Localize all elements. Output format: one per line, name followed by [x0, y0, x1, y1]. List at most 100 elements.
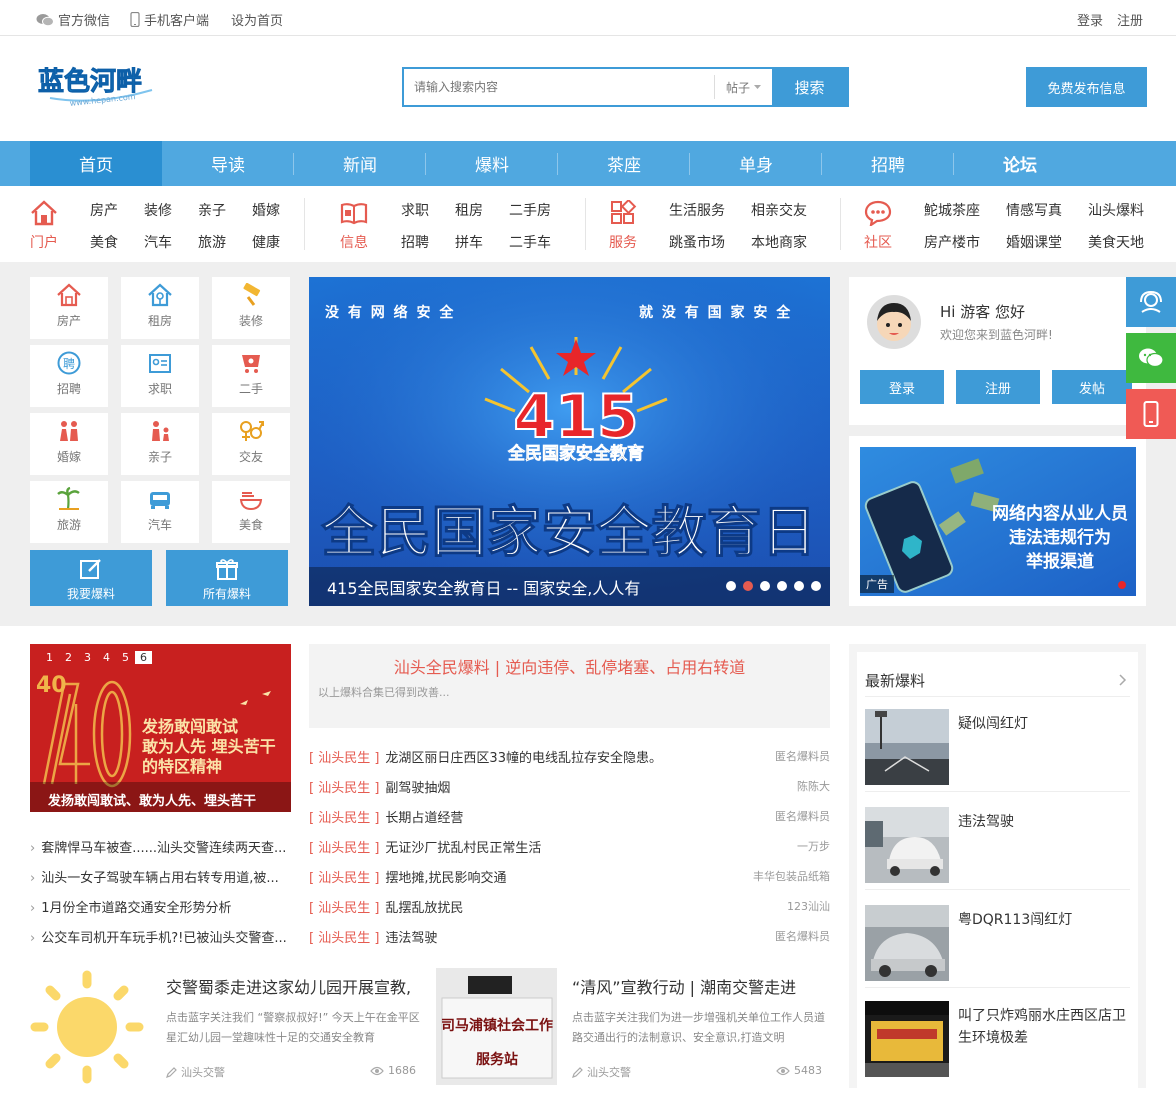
tile-second-hand[interactable]: 二手: [212, 345, 290, 407]
register-link[interactable]: 注册: [1117, 10, 1143, 29]
slide-page[interactable]: 2: [59, 651, 78, 664]
subnav-link[interactable]: 租房: [455, 200, 483, 220]
set-homepage-link[interactable]: 设为首页: [231, 10, 283, 29]
main-banner[interactable]: 415 全民国家安全教育 全民国家安全教育日 没 有 网 络 安 全 就 没 有…: [309, 277, 830, 606]
tile-job-seek[interactable]: 求职: [121, 345, 199, 407]
subnav-link[interactable]: 旅游: [198, 232, 226, 252]
tile-recruit[interactable]: 聘 招聘: [30, 345, 108, 407]
nav-forum[interactable]: 论坛: [954, 141, 1086, 186]
tile-food[interactable]: 美食: [212, 481, 290, 543]
nav-home[interactable]: 首页: [30, 141, 162, 186]
subnav-link[interactable]: 装修: [144, 200, 172, 220]
news-title[interactable]: 违法驾驶: [385, 931, 437, 946]
float-mobile[interactable]: [1126, 389, 1176, 439]
news-title[interactable]: 龙湖区丽日庄西区33幢的电线乱拉存安全隐患。: [385, 751, 662, 766]
subnav-link[interactable]: 汽车: [144, 232, 172, 252]
service-entry[interactable]: 服务: [607, 198, 639, 252]
subnav-link[interactable]: 婚嫁: [252, 200, 280, 220]
news-tag[interactable]: [ 汕头民生 ]: [309, 811, 379, 826]
subnav-link[interactable]: 生活服务: [669, 200, 725, 220]
subnav-link[interactable]: 二手房: [509, 200, 551, 220]
slide-page[interactable]: 4: [97, 651, 116, 664]
ad-panel[interactable]: 网络内容从业人员 违法违规行为 举报渠道 广告: [849, 436, 1146, 606]
slide-page-active[interactable]: 6: [135, 651, 152, 664]
subnav-link[interactable]: 美食: [90, 232, 118, 252]
list-item[interactable]: 汕头一女子驾驶车辆占用右转专用道,被...: [30, 867, 291, 886]
subnav-link[interactable]: 本地商家: [751, 232, 807, 252]
nav-tipoff[interactable]: 爆料: [426, 141, 558, 186]
subnav-link[interactable]: 拼车: [455, 232, 483, 252]
all-tips-button[interactable]: 所有爆料: [166, 550, 288, 606]
table-row[interactable]: [ 汕头民生 ] 违法驾驶 匿名爆料员: [309, 927, 830, 947]
headline-box[interactable]: 汕头全民爆料 | 逆向违停、乱停堵塞、占用右转道 以上爆料合集已得到改善...: [309, 644, 830, 728]
news-title[interactable]: 副驾驶抽烟: [385, 781, 450, 796]
subnav-link[interactable]: 汕头爆料: [1088, 200, 1144, 220]
news-tag[interactable]: [ 汕头民生 ]: [309, 901, 379, 916]
slide-page[interactable]: 5: [116, 651, 135, 664]
table-row[interactable]: [ 汕头民生 ] 龙湖区丽日庄西区33幢的电线乱拉存安全隐患。 匿名爆料员: [309, 747, 830, 767]
nav-teahouse[interactable]: 茶座: [558, 141, 690, 186]
slide-page[interactable]: 1: [40, 651, 59, 664]
subnav-link[interactable]: 亲子: [198, 200, 226, 220]
tile-travel[interactable]: 旅游: [30, 481, 108, 543]
tile-wedding[interactable]: 婚嫁: [30, 413, 108, 475]
nav-guide[interactable]: 导读: [162, 141, 294, 186]
search-button[interactable]: 搜索: [772, 69, 847, 105]
news-title[interactable]: 乱摆乱放扰民: [385, 901, 463, 916]
search-type-select[interactable]: 帖子: [714, 75, 772, 99]
nav-news[interactable]: 新闻: [294, 141, 426, 186]
carousel-dot-active[interactable]: [743, 581, 753, 591]
register-button[interactable]: 注册: [956, 370, 1040, 404]
search-input[interactable]: [404, 69, 714, 105]
login-button[interactable]: 登录: [860, 370, 944, 404]
list-item[interactable]: 1月份全市道路交通安全形势分析: [30, 897, 291, 916]
portal-entry[interactable]: 门户: [28, 200, 60, 252]
site-logo[interactable]: 蓝色河畔 www.hepan.com: [36, 60, 160, 108]
post-button[interactable]: 发帖: [1052, 370, 1132, 404]
article-card[interactable]: 交警蜀黍走进这家幼儿园开展宣教, 点击蓝字关注我们 “警察叔叔好!” 今天上午在…: [30, 968, 422, 1088]
subnav-link[interactable]: 美食天地: [1088, 232, 1144, 252]
login-link[interactable]: 登录: [1077, 10, 1103, 29]
news-title[interactable]: 无证沙厂扰乱村民正常生活: [385, 841, 541, 856]
slide-page[interactable]: 3: [78, 651, 97, 664]
list-item[interactable]: 公交车司机开车玩手机?!已被汕头交警查...: [30, 927, 291, 946]
news-tag[interactable]: [ 汕头民生 ]: [309, 871, 379, 886]
table-row[interactable]: [ 汕头民生 ] 无证沙厂扰乱村民正常生活 一万步: [309, 837, 830, 857]
tile-decoration[interactable]: 装修: [212, 277, 290, 339]
table-row[interactable]: [ 汕头民生 ] 副驾驶抽烟 陈陈大: [309, 777, 830, 797]
news-title[interactable]: 长期占道经营: [385, 811, 463, 826]
chevron-right-icon[interactable]: [1119, 674, 1127, 686]
latest-item[interactable]: 疑似闯红灯: [865, 709, 1130, 787]
latest-item[interactable]: 粤DQR113闯红灯: [865, 905, 1130, 983]
news-tag[interactable]: [ 汕头民生 ]: [309, 781, 379, 796]
table-row[interactable]: [ 汕头民生 ] 乱摆乱放扰民 123汕汕: [309, 897, 830, 917]
subnav-link[interactable]: 婚姻课堂: [1006, 232, 1062, 252]
table-row[interactable]: [ 汕头民生 ] 摆地摊,扰民影响交通 丰华包装品纸箱: [309, 867, 830, 887]
carousel-dot[interactable]: [760, 581, 770, 591]
slideshow-image[interactable]: 发扬敢闯敢试 敢为人先 埋头苦干 的特区精神 40 发扬敢闯敢试、敢为人先、埋头…: [30, 644, 291, 812]
tile-rent[interactable]: 租房: [121, 277, 199, 339]
latest-item[interactable]: 叫了只炸鸡丽水庄西区店卫生环境极差: [865, 1001, 1130, 1079]
float-wechat[interactable]: [1126, 333, 1176, 383]
carousel-dot[interactable]: [726, 581, 736, 591]
tile-car[interactable]: 汽车: [121, 481, 199, 543]
subnav-link[interactable]: 二手车: [509, 232, 551, 252]
subnav-link[interactable]: 房产楼市: [924, 232, 980, 252]
carousel-dot[interactable]: [811, 581, 821, 591]
table-row[interactable]: [ 汕头民生 ] 长期占道经营 匿名爆料员: [309, 807, 830, 827]
article-card[interactable]: 司马浦镇社会工作 服务站 “清风”宣教行动 | 潮南交警走进 点击蓝字关注我们为…: [436, 968, 830, 1088]
news-tag[interactable]: [ 汕头民生 ]: [309, 751, 379, 766]
carousel-dot[interactable]: [777, 581, 787, 591]
subnav-link[interactable]: 健康: [252, 232, 280, 252]
subnav-link[interactable]: 跳蚤市场: [669, 232, 725, 252]
subnav-link[interactable]: 招聘: [401, 232, 429, 252]
news-tag[interactable]: [ 汕头民生 ]: [309, 931, 379, 946]
float-service[interactable]: [1126, 277, 1176, 327]
news-title[interactable]: 摆地摊,扰民影响交通: [385, 871, 506, 886]
mobile-client-link[interactable]: 手机客户端: [130, 10, 209, 29]
latest-item[interactable]: 违法驾驶: [865, 807, 1130, 885]
article-title[interactable]: “清风”宣教行动 | 潮南交警走进: [572, 974, 796, 998]
subnav-link[interactable]: 求职: [401, 200, 429, 220]
report-tip-button[interactable]: 我要爆料: [30, 550, 152, 606]
news-tag[interactable]: [ 汕头民生 ]: [309, 841, 379, 856]
